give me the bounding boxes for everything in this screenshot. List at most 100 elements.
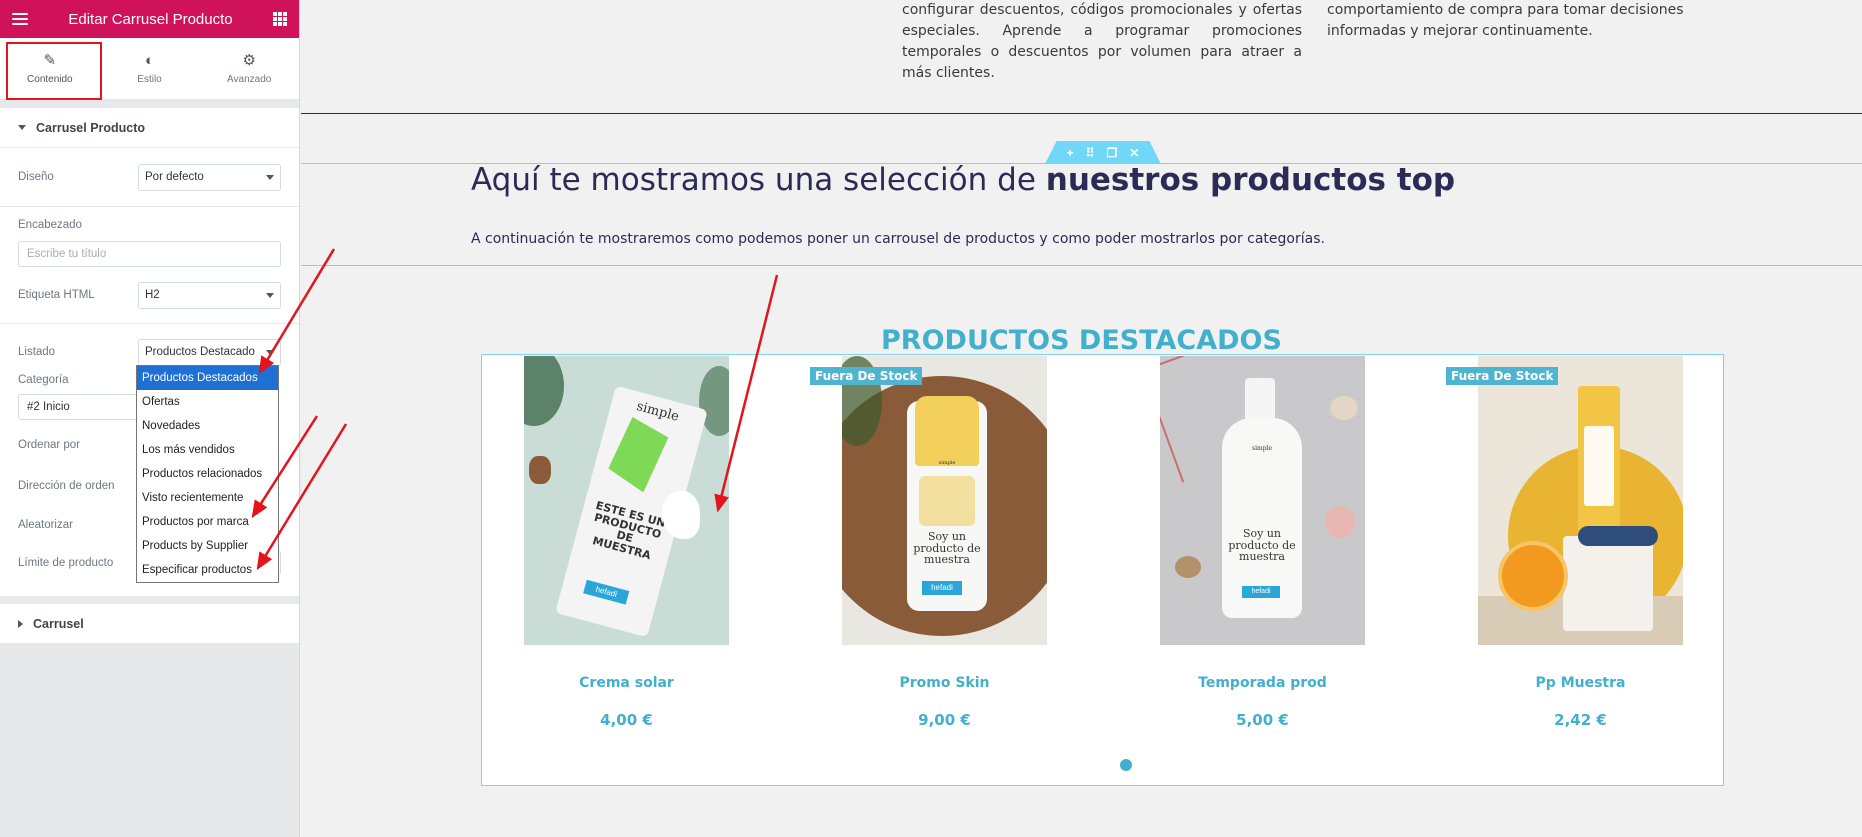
section-handle[interactable]: + ⠿ ❐ ✕	[1045, 141, 1161, 164]
product-name[interactable]: Pp Muestra	[1478, 675, 1683, 691]
dropdown-option[interactable]: Productos relacionados	[137, 462, 278, 486]
pump-head	[1245, 378, 1275, 422]
hamburger-menu-icon[interactable]	[12, 13, 28, 25]
tab-estilo[interactable]: ◐ Estilo	[100, 38, 200, 99]
product-image[interactable]: simple Soy un producto de muestra hefadi	[1160, 356, 1365, 645]
dropdown-option[interactable]: Los más vendidos	[137, 438, 278, 462]
ordenar-label: Ordenar por	[18, 439, 81, 451]
hefadi-logo: hefadi	[1242, 586, 1280, 598]
dropdown-option[interactable]: Ofertas	[137, 390, 278, 414]
blueberries	[1578, 526, 1658, 546]
etiqueta-label: Etiqueta HTML	[18, 289, 95, 301]
shell-decoration	[1330, 396, 1358, 420]
top-left-paragraph: configurar descuentos, códigos promocion…	[902, 2, 1302, 81]
orange-half	[1498, 541, 1568, 611]
widgets-grid-icon[interactable]	[273, 12, 287, 26]
bottle-cap	[915, 396, 979, 466]
caret-down-icon	[18, 125, 26, 130]
section-title: Carrusel	[33, 616, 84, 631]
dropdown-option[interactable]: Especificar productos	[137, 558, 278, 582]
pencil-icon: ✎	[43, 51, 57, 69]
etiqueta-select[interactable]: H2	[138, 281, 281, 309]
dropdown-option[interactable]: Productos por marca	[137, 510, 278, 534]
tab-avanzado[interactable]: ⚙ Avanzado	[199, 38, 299, 99]
dropdown-option[interactable]: Productos Destacados	[137, 366, 278, 390]
control-etiqueta-html: Etiqueta HTML H2	[0, 267, 299, 323]
panel-title: Editar Carrusel Producto	[68, 10, 233, 28]
product-card[interactable]: simple ESTE ES UN PRODUCTO DE MUESTRA he…	[524, 356, 729, 729]
direccion-label: Dirección de orden	[18, 480, 115, 492]
tube-text: ESTE ES UN PRODUCTO DE MUESTRA	[591, 498, 668, 562]
cream-swirl	[662, 491, 700, 539]
close-icon[interactable]: ✕	[1129, 146, 1139, 160]
control-encabezado: Encabezado Escribe tu título	[0, 207, 299, 267]
limite-label: Límite de producto	[18, 557, 114, 569]
dropdown-option[interactable]: Visto recientemente	[137, 486, 278, 510]
tab-contenido[interactable]: ✎ Contenido	[0, 38, 100, 99]
categoria-value: #2 Inicio	[27, 401, 70, 413]
product-card[interactable]: Fuera De Stock Pp Muestra 2,42 €	[1446, 356, 1683, 729]
gear-icon: ⚙	[242, 51, 256, 69]
categoria-input[interactable]: #2 Inicio	[18, 394, 138, 420]
hefadi-logo: hefadi	[922, 581, 962, 595]
product-name[interactable]: Temporada prod	[1160, 675, 1365, 691]
product-image[interactable]: simple Soy un producto de muestra hefadi	[842, 356, 1047, 645]
product-image[interactable]	[1478, 356, 1683, 645]
product-card[interactable]: Fuera De Stock simple Soy un producto de…	[810, 356, 1047, 729]
product-card[interactable]: simple Soy un producto de muestra hefadi…	[1160, 356, 1365, 729]
tube-label	[1584, 426, 1614, 506]
yellow-tube	[1578, 386, 1620, 536]
product-image[interactable]: simple ESTE ES UN PRODUCTO DE MUESTRA he…	[524, 356, 729, 645]
tube-green-label	[605, 414, 671, 495]
duplicate-icon[interactable]: ❐	[1106, 146, 1117, 160]
aleatorizar-label: Aleatorizar	[18, 519, 73, 531]
bottle-brand: simple	[1252, 445, 1272, 452]
diseno-label: Diseño	[18, 171, 54, 183]
headline-normal: Aquí te mostramos una selección de	[471, 162, 1046, 198]
encabezado-input[interactable]: Escribe tu título	[18, 241, 281, 267]
page-headline: Aquí te mostramos una selección de nuest…	[471, 162, 1455, 198]
section-carrusel-producto[interactable]: Carrusel Producto	[0, 108, 299, 148]
listado-value: Productos Destacado	[145, 346, 255, 358]
add-section-icon[interactable]: +	[1067, 146, 1074, 160]
headline-bold: nuestros productos top	[1045, 162, 1456, 198]
bottle-yellow-panel	[919, 476, 975, 526]
page-subline: A continuación te mostraremos como podem…	[471, 231, 1325, 247]
product-price: 2,42 €	[1554, 711, 1607, 729]
dropdown-option[interactable]: Novedades	[137, 414, 278, 438]
bottle-product: simple Soy un producto de muestra hefadi	[907, 396, 987, 611]
dropdown-option[interactable]: Products by Supplier	[137, 534, 278, 558]
tab-estilo-label: Estilo	[137, 73, 162, 85]
panel-header: Editar Carrusel Producto	[0, 0, 299, 38]
product-price: 4,00 €	[600, 711, 653, 729]
tab-contenido-label: Contenido	[27, 73, 73, 85]
product-name[interactable]: Crema solar	[524, 675, 729, 691]
drag-handle-icon[interactable]: ⠿	[1086, 146, 1095, 160]
listado-select[interactable]: Productos Destacado	[138, 338, 281, 366]
caret-right-icon	[18, 619, 23, 628]
hefadi-logo: hefadi	[583, 579, 630, 605]
bottle-brand: simple	[938, 460, 956, 466]
tab-avanzado-label: Avanzado	[227, 73, 272, 85]
section-title: Carrusel Producto	[36, 120, 146, 135]
control-diseno: Diseño Por defecto	[0, 148, 299, 206]
half-circle-icon: ◐	[144, 51, 155, 69]
page-preview: configurar descuentos, códigos promocion…	[301, 0, 1862, 837]
listado-label: Listado	[18, 346, 56, 358]
section-carrusel[interactable]: Carrusel	[0, 604, 299, 644]
carousel-title: PRODUCTOS DESTACADOS	[881, 325, 1282, 356]
carousel-dot[interactable]	[1120, 759, 1132, 771]
diseno-select[interactable]: Por defecto	[138, 163, 281, 191]
panel-tabs: ✎ Contenido ◐ Estilo ⚙ Avanzado	[0, 38, 299, 100]
encabezado-placeholder: Escribe tu título	[27, 248, 107, 260]
bottle-text: Soy un producto de muestra	[1228, 527, 1296, 564]
shell-decoration	[1175, 556, 1201, 578]
footer-band	[301, 797, 1862, 837]
product-name[interactable]: Promo Skin	[842, 675, 1047, 691]
leaf-decoration	[524, 356, 564, 426]
section-divider	[301, 113, 1862, 114]
pedestal	[1563, 536, 1653, 631]
